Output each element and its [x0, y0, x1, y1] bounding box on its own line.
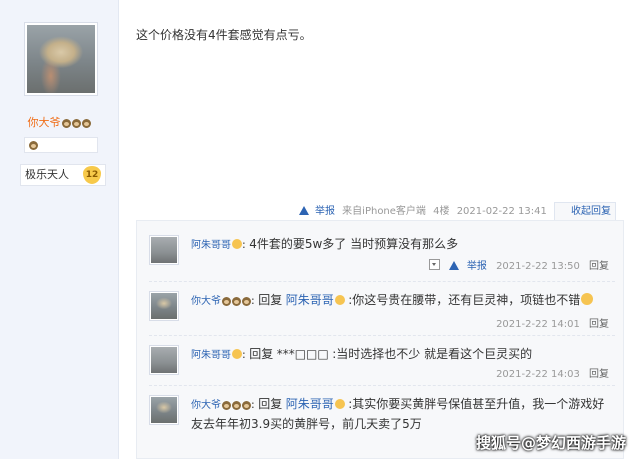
post-content: 这个价格没有4件套感觉有点亏。 — [136, 28, 312, 42]
divider — [149, 385, 615, 386]
reply-content: 4件套的要5w多了 当时预算没有那么多 — [249, 237, 459, 251]
monkey-emoji-icons — [61, 118, 91, 128]
reply-button[interactable]: 回复 — [589, 261, 609, 272]
reply-content: :你这号贵在腰带，还有巨灵神，项链也不错 — [348, 293, 581, 307]
rank-name: 极乐天人 — [25, 168, 69, 181]
reply-avatar[interactable] — [149, 395, 179, 425]
member-badge[interactable] — [24, 137, 98, 153]
report-button[interactable]: 举报 — [298, 206, 335, 217]
author-sidebar: 你大爷 极乐天人 12 — [0, 0, 119, 459]
reply-avatar[interactable] — [149, 345, 179, 375]
reply-prefix: 回复 — [258, 293, 283, 307]
reply-button[interactable]: 回复 — [589, 319, 609, 330]
divider — [149, 281, 615, 282]
post-time: 2021-02-22 13:41 — [456, 206, 547, 217]
smile-emoji-icon — [232, 349, 242, 359]
reply-content: :当时选择也不少 就是看这个巨灵买的 — [332, 347, 533, 361]
list-item: 阿朱哥哥: 回复 ***□□□ :当时选择也不少 就是看这个巨灵买的 2021-… — [149, 339, 615, 381]
report-button[interactable]: 举报 — [448, 261, 487, 272]
smile-emoji-icon — [334, 295, 345, 305]
watermark: 搜狐号@梦幻西游手游 — [475, 434, 626, 452]
monkey-badge-icon — [29, 141, 38, 150]
reply-avatar[interactable] — [149, 291, 179, 321]
reply-author[interactable]: 你大爷 — [191, 400, 221, 411]
author-name[interactable]: 你大爷 — [28, 116, 61, 129]
reply-meta: 举报 2021-2-22 13:50 回复 — [428, 257, 609, 272]
post-floor: 4楼 — [433, 206, 450, 217]
reply-time: 2021-2-22 13:50 — [496, 261, 580, 272]
reply-target[interactable]: 阿朱哥哥 — [286, 293, 334, 307]
smile-emoji-icon — [232, 239, 242, 249]
rank-badge[interactable]: 极乐天人 12 — [20, 164, 106, 186]
reply-prefix: 回复 — [258, 397, 283, 411]
warning-icon — [298, 206, 309, 215]
monkey-emoji-icons — [222, 400, 251, 410]
reply-list: 阿朱哥哥: 4件套的要5w多了 当时预算没有那么多 举报 2021-2-22 1… — [136, 220, 624, 459]
reply-meta: 2021-2-22 14:01 回复 — [490, 315, 609, 330]
dropdown-icon[interactable] — [428, 259, 440, 270]
author-name-row: 你大爷 — [0, 114, 118, 130]
reply-meta: 2021-2-22 14:03 回复 — [490, 365, 609, 380]
author-avatar[interactable] — [24, 22, 98, 96]
reply-content: :其实你要买黄胖号保值甚至升值，我一个游戏好友去年年初3.9买的黄胖号，前几天卖… — [191, 397, 605, 431]
reply-time: 2021-2-22 14:01 — [496, 319, 580, 330]
list-item: 你大爷: 回复 阿朱哥哥 :你这号贵在腰带，还有巨灵神，项链也不错 2021-2… — [149, 285, 615, 331]
list-item: 阿朱哥哥: 4件套的要5w多了 当时预算没有那么多 举报 2021-2-22 1… — [149, 229, 615, 275]
reply-prefix: 回复 — [249, 347, 274, 361]
laugh-emoji-icon — [581, 293, 594, 305]
divider — [149, 335, 615, 336]
reply-author[interactable]: 阿朱哥哥 — [191, 240, 231, 251]
smile-emoji-icon — [334, 399, 345, 409]
reply-target[interactable]: 阿朱哥哥 — [286, 397, 334, 411]
collapse-replies-button[interactable]: 收起回复 — [554, 202, 616, 221]
reply-author[interactable]: 你大爷 — [191, 296, 221, 307]
post-meta: 举报 来自iPhone客户端 4楼 2021-02-22 13:41 收起回复 — [136, 202, 616, 221]
post-source: 来自iPhone客户端 — [342, 206, 426, 217]
warning-icon — [448, 261, 459, 270]
monkey-emoji-icons — [222, 296, 251, 306]
reply-button[interactable]: 回复 — [589, 369, 609, 380]
rank-level-icon: 12 — [83, 166, 101, 184]
reply-author[interactable]: 阿朱哥哥 — [191, 350, 231, 361]
reply-time: 2021-2-22 14:03 — [496, 369, 580, 380]
reply-avatar[interactable] — [149, 235, 179, 265]
reply-target[interactable]: ***□□□ — [277, 347, 329, 361]
